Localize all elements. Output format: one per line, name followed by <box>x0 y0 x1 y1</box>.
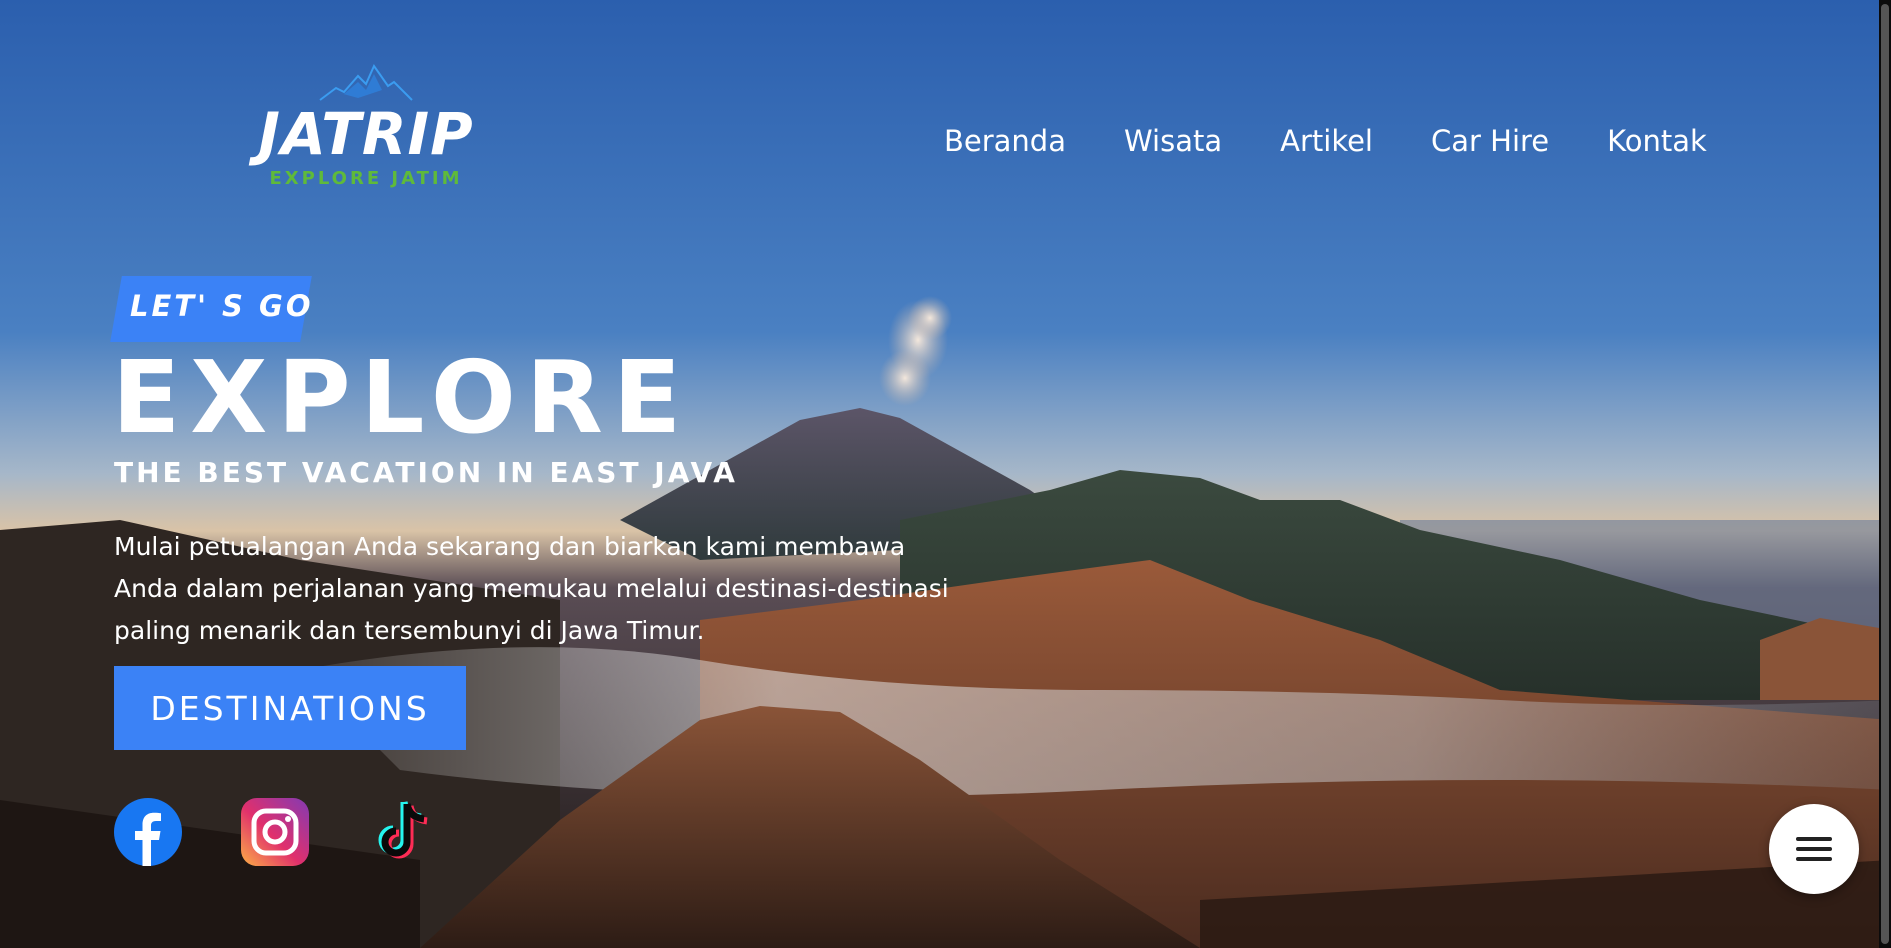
hero-subheadline: THE BEST VACATION IN EAST JAVA <box>114 456 738 489</box>
nav-artikel[interactable]: Artikel <box>1280 124 1373 158</box>
nav-car-hire[interactable]: Car Hire <box>1431 124 1549 158</box>
hero-description: Mulai petualangan Anda sekarang dan biar… <box>114 532 949 645</box>
tiktok-icon[interactable] <box>368 798 436 866</box>
hero-section: JATRIP EXPLORE JATIM Beranda Wisata Arti… <box>0 0 1891 948</box>
logo-title: JATRIP <box>258 100 474 168</box>
facebook-icon[interactable] <box>114 798 182 866</box>
nav-kontak[interactable]: Kontak <box>1607 124 1707 158</box>
brand-logo[interactable]: JATRIP EXPLORE JATIM <box>248 62 484 189</box>
floating-menu-button[interactable] <box>1769 804 1859 894</box>
hamburger-menu-icon <box>1796 837 1832 861</box>
destinations-button[interactable]: DESTINATIONS <box>114 666 466 750</box>
lets-go-badge-text: LET' S GO <box>130 289 314 323</box>
main-navigation: Beranda Wisata Artikel Car Hire Kontak <box>944 124 1707 158</box>
scrollbar-thumb[interactable] <box>1881 4 1889 944</box>
instagram-icon[interactable] <box>241 798 309 866</box>
nav-beranda[interactable]: Beranda <box>944 124 1066 158</box>
mountain-icon <box>319 63 413 101</box>
nav-wisata[interactable]: Wisata <box>1124 124 1222 158</box>
hero-headline: EXPLORE <box>112 339 692 456</box>
logo-tagline: EXPLORE JATIM <box>269 168 463 189</box>
page-scrollbar[interactable] <box>1879 0 1891 948</box>
